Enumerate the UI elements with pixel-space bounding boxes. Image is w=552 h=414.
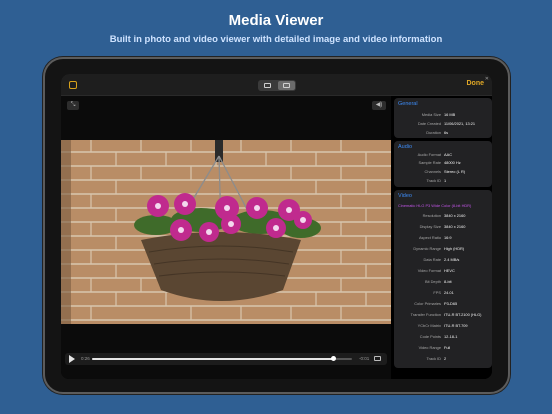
info-label: Sample Rate bbox=[418, 160, 442, 165]
info-row: Track ID 2 bbox=[394, 355, 492, 363]
info-label: Data Rate bbox=[423, 257, 441, 262]
info-value: 2.4 MB/s bbox=[444, 257, 460, 262]
info-row: Audio Format AAC bbox=[394, 151, 492, 159]
play-icon[interactable] bbox=[69, 355, 75, 363]
info-value: 3840 x 2160 bbox=[444, 213, 466, 218]
info-value: 24.01 bbox=[444, 290, 454, 295]
info-label: YCbCr Matrix bbox=[417, 323, 441, 328]
info-row: Color Primaries P3-D65 bbox=[394, 300, 492, 308]
scrubber-track[interactable] bbox=[92, 356, 352, 361]
info-panel: General Media Size 16 MB Date Created 11/0… bbox=[394, 96, 492, 379]
close-icon[interactable]: ✕ bbox=[485, 76, 489, 82]
info-label: Track ID bbox=[426, 178, 441, 183]
airplay-icon[interactable] bbox=[374, 356, 381, 361]
info-value: 2 bbox=[444, 356, 447, 361]
info-value: AAC bbox=[444, 152, 452, 157]
info-label: Channels bbox=[424, 169, 441, 174]
expand-icon[interactable]: ⤡ bbox=[67, 101, 79, 110]
info-row: Media Size 16 MB bbox=[394, 111, 492, 119]
view-mode-segmented-control bbox=[258, 80, 296, 91]
video-section-title: Video bbox=[398, 193, 412, 199]
info-row: YCbCr Matrix ITU-R BT.709 bbox=[394, 322, 492, 330]
info-label: Video Range bbox=[418, 345, 441, 350]
done-button[interactable]: Done bbox=[467, 80, 485, 87]
info-value: 3840 x 2160 bbox=[444, 224, 466, 229]
info-label: Dynamic Range bbox=[413, 246, 441, 251]
info-value: 16:9 bbox=[444, 235, 452, 240]
info-row: Channels Stereo (L R) bbox=[394, 168, 492, 176]
video-section: Video Cinematic HLG P3 Wide Color (8-bit… bbox=[394, 190, 492, 368]
segment-gallery[interactable] bbox=[259, 81, 276, 90]
info-value: HEVC bbox=[444, 268, 455, 273]
info-row: Aspect Ratio 16:9 bbox=[394, 234, 492, 242]
info-label: Color Primaries bbox=[414, 301, 441, 306]
audio-section: Audio Audio Format AAC Sample Rate 48000 H… bbox=[394, 141, 492, 187]
video-format-badge: Cinematic HLG P3 Wide Color (8-bit HDR) bbox=[398, 203, 472, 208]
info-value: 48000 Hz bbox=[444, 160, 461, 165]
info-value: 8-bit bbox=[444, 279, 452, 284]
info-label: FPS bbox=[433, 290, 441, 295]
info-value: P3-D65 bbox=[444, 301, 458, 306]
info-row: Code Points 12-18-1 bbox=[394, 333, 492, 341]
info-label: Media Size bbox=[421, 112, 441, 117]
info-row: Video Range Full bbox=[394, 344, 492, 352]
top-toolbar: Done ✕ bbox=[61, 74, 492, 96]
scrubber-progress bbox=[92, 358, 334, 360]
info-row: FPS 24.01 bbox=[394, 289, 492, 297]
info-row: Sample Rate 48000 Hz bbox=[394, 159, 492, 167]
ipad-device-frame: Done ✕ ⤡ ◀) 0:26 -0:01 General Media Siz… bbox=[43, 57, 510, 394]
info-label: Resolution bbox=[422, 213, 441, 218]
info-row: Video Format HEVC bbox=[394, 267, 492, 275]
current-time: 0:26 bbox=[81, 356, 90, 361]
remaining-time: -0:01 bbox=[359, 356, 370, 361]
info-row: Dynamic Range High (HDR) bbox=[394, 245, 492, 253]
info-row: Display Size 3840 x 2160 bbox=[394, 223, 492, 231]
general-section-title: General bbox=[398, 101, 418, 107]
info-value: 12-18-1 bbox=[444, 334, 458, 339]
info-row: Duration 6s bbox=[394, 129, 492, 137]
info-value: ITU-R BT.709 bbox=[444, 323, 468, 328]
video-playback-bar: 0:26 -0:01 bbox=[65, 353, 387, 365]
sidebar-toggle-icon[interactable] bbox=[69, 81, 77, 89]
info-value: Full bbox=[444, 345, 451, 350]
info-value: 6s bbox=[444, 130, 449, 135]
info-label: Video Format bbox=[417, 268, 441, 273]
info-row: Data Rate 2.4 MB/s bbox=[394, 256, 492, 264]
info-value: ITU-R BT.2100 (HLG) bbox=[444, 312, 482, 317]
info-row: Track ID 1 bbox=[394, 177, 492, 185]
info-label: Date Created bbox=[417, 121, 441, 126]
info-row: Bit Depth 8-bit bbox=[394, 278, 492, 286]
info-value: Stereo (L R) bbox=[444, 169, 466, 174]
gallery-icon bbox=[264, 83, 271, 88]
info-label: Bit Depth bbox=[424, 279, 441, 284]
info-row: Transfer Function ITU-R BT.2100 (HLG) bbox=[394, 311, 492, 319]
info-value: 11/06/2021, 13:21 bbox=[444, 121, 476, 126]
info-value: 16 MB bbox=[444, 112, 456, 117]
segment-info[interactable] bbox=[278, 81, 295, 90]
scrubber-handle[interactable] bbox=[331, 356, 337, 361]
audio-section-title: Audio bbox=[398, 144, 413, 150]
info-label: Code Points bbox=[419, 334, 441, 339]
info-label: Display Size bbox=[419, 224, 441, 229]
media-viewer: ⤡ ◀) 0:26 -0:01 bbox=[61, 96, 391, 379]
info-layout-icon bbox=[283, 83, 290, 88]
info-label: Track ID bbox=[426, 356, 441, 361]
volume-icon[interactable]: ◀) bbox=[372, 101, 386, 110]
info-value: High (HDR) bbox=[444, 246, 465, 251]
info-label: Aspect Ratio bbox=[418, 235, 441, 240]
info-value: 1 bbox=[444, 178, 447, 183]
info-label: Audio Format bbox=[417, 152, 441, 157]
info-row: Date Created 11/06/2021, 13:21 bbox=[394, 120, 492, 128]
hero-subtitle: Built in photo and video viewer with det… bbox=[109, 34, 443, 45]
hero-title: Media Viewer bbox=[228, 12, 324, 29]
video-frame bbox=[61, 140, 391, 324]
info-row: Resolution 3840 x 2160 bbox=[394, 212, 492, 220]
app-screen: Done ✕ ⤡ ◀) 0:26 -0:01 General Media Siz… bbox=[61, 74, 492, 379]
info-label: Duration bbox=[426, 130, 441, 135]
info-label: Transfer Function bbox=[410, 312, 441, 317]
general-section: General Media Size 16 MB Date Created 11/0… bbox=[394, 98, 492, 138]
